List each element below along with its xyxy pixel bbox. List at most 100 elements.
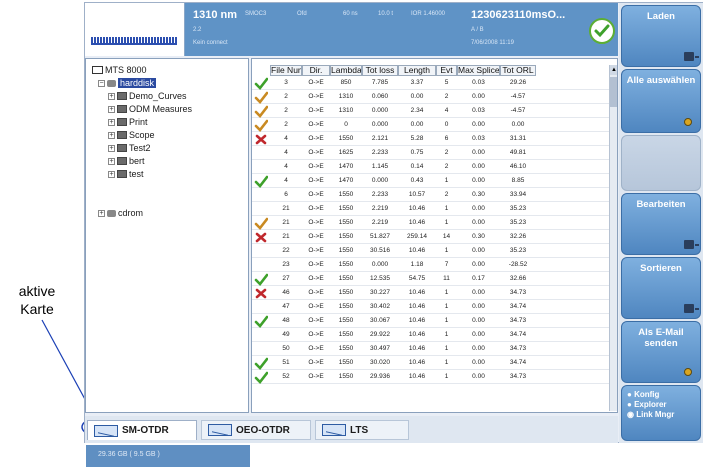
collapse-icon[interactable]: − (98, 79, 105, 87)
table-row[interactable]: 6 O->E 1550 2.233 10.57 2 0.30 33.94 (252, 189, 609, 202)
cell-dir: O->E (308, 191, 324, 198)
cell-num: 49 (282, 331, 290, 338)
tree-item-folder[interactable]: + test (108, 169, 144, 179)
mode-option-explorer[interactable]: ● Explorer (627, 400, 700, 410)
cell-lambda: 1550 (338, 331, 354, 338)
cell-orl: 34.73 (509, 289, 527, 296)
edit-button[interactable]: Bearbeiten (621, 193, 701, 255)
column-header[interactable]: Tot loss (362, 65, 398, 76)
column-header[interactable]: Evt (436, 65, 457, 76)
cell-evt: 0 (444, 121, 449, 128)
file-table: File Num Dir. Lambda Tot loss Length Evt Max S… (251, 58, 618, 413)
column-header[interactable]: Length (398, 65, 436, 76)
cell-dir: O->E (308, 79, 324, 86)
tree-item-folder[interactable]: + bert (108, 156, 145, 166)
cell-length: 54.75 (408, 275, 426, 282)
column-header[interactable]: Max Splice (457, 65, 500, 76)
tree-item-label: bert (129, 156, 145, 166)
select-all-button[interactable]: Alle auswählen (621, 69, 701, 133)
load-button[interactable]: Laden (621, 5, 701, 67)
table-row[interactable]: 4 O->E 1550 2.121 5.28 6 0.03 31.31 (252, 133, 609, 146)
cell-dir: O->E (308, 331, 324, 338)
sort-button[interactable]: Sortieren (621, 257, 701, 319)
instrument-screen: 1310 nm SMOC3 Ofd 60 ns 10.0 t IOR 1.460… (84, 2, 703, 467)
expand-icon[interactable]: + (108, 92, 115, 100)
expand-icon[interactable]: + (108, 144, 115, 152)
table-scrollbar[interactable]: ▲ (609, 65, 617, 411)
table-row[interactable]: 46 O->E 1550 30.227 10.46 1 0.00 34.73 (252, 287, 609, 300)
cell-dir: O->E (308, 93, 324, 100)
tab-sm-otdr[interactable]: SM-OTDR (87, 420, 197, 440)
table-row[interactable]: 2 O->E 1310 0.060 0.00 2 0.00 -4.57 (252, 91, 609, 104)
table-row[interactable]: 51 O->E 1550 30.020 10.46 1 0.00 34.74 (252, 357, 609, 370)
pass-icon (254, 315, 268, 328)
cell-orl: 34.73 (509, 345, 527, 352)
table-row[interactable]: 3 O->E 850 7.785 3.37 5 0.03 29.26 (252, 77, 609, 90)
table-row[interactable]: 4 O->E 1470 1.145 0.14 2 0.00 46.10 (252, 161, 609, 174)
expand-icon[interactable]: + (108, 131, 115, 139)
cell-num: 2 (284, 121, 288, 128)
table-row[interactable]: 52 O->E 1550 29.936 10.46 1 0.00 34.73 (252, 371, 609, 384)
table-row[interactable]: 21 O->E 1550 2.219 10.46 1 0.00 35.23 (252, 217, 609, 230)
mode-option-label: Explorer (634, 400, 667, 409)
table-row[interactable]: 47 O->E 1550 30.402 10.46 1 0.00 34.74 (252, 301, 609, 314)
trace-thumbnail[interactable] (85, 3, 185, 56)
tab-oeo-otdr[interactable]: OEO-OTDR (201, 420, 311, 440)
mode-option-konfig[interactable]: ● Konfig (627, 390, 700, 400)
tree-root[interactable]: MTS 8000 (92, 65, 147, 75)
tree-item-folder[interactable]: + Print (108, 117, 148, 127)
cell-orl: 35.23 (509, 205, 527, 212)
cell-max-splice: 0.00 (472, 93, 485, 100)
expand-icon[interactable]: + (108, 157, 115, 165)
cell-num: 4 (284, 177, 288, 184)
scroll-thumb[interactable] (610, 77, 617, 107)
tree-item-folder[interactable]: + Test2 (108, 143, 151, 153)
mode-selector[interactable]: ● Konfig ● Explorer ◉ Link Mngr (621, 385, 701, 441)
annotation-line-2: Karte (20, 301, 54, 317)
tree-item-folder[interactable]: + Scope (108, 130, 155, 140)
table-row[interactable]: 48 O->E 1550 30.067 10.46 1 0.00 34.73 (252, 315, 609, 328)
column-header[interactable]: Dir. (302, 65, 330, 76)
table-row[interactable]: 23 O->E 1550 0.000 1.18 7 0.00 -28.52 (252, 259, 609, 272)
cell-max-splice: 0.00 (472, 177, 485, 184)
table-row[interactable]: 21 O->E 1550 2.219 10.46 1 0.00 35.23 (252, 203, 609, 216)
table-row[interactable]: 49 O->E 1550 29.922 10.46 1 0.00 34.74 (252, 329, 609, 342)
tab-lts[interactable]: LTS (315, 420, 409, 440)
cell-evt: 1 (444, 373, 449, 380)
tree-item-folder[interactable]: + ODM Measures (108, 104, 192, 114)
cell-dir: O->E (308, 345, 324, 352)
cell-length: 3.37 (410, 79, 424, 86)
expand-icon[interactable]: + (98, 209, 105, 217)
table-row[interactable]: 2 O->E 0 0.000 0.00 0 0.00 0.00 (252, 119, 609, 132)
cell-length: 0.75 (410, 149, 424, 156)
load-button-label: Laden (647, 11, 675, 22)
table-row[interactable]: 50 O->E 1550 30.497 10.46 1 0.00 34.73 (252, 343, 609, 356)
column-header[interactable]: Lambda (330, 65, 362, 76)
table-row[interactable]: 22 O->E 1550 30.516 10.46 1 0.00 35.23 (252, 245, 609, 258)
send-email-button[interactable]: Als E-Mail senden (621, 321, 701, 383)
table-row[interactable]: 27 O->E 1550 12.535 54.75 11 0.17 32.66 (252, 273, 609, 286)
expand-icon[interactable]: + (108, 170, 115, 178)
select-all-label: Alle auswählen (626, 75, 696, 86)
table-row[interactable]: 4 O->E 1625 2.233 0.75 2 0.00 49.81 (252, 147, 609, 160)
table-row[interactable]: 4 O->E 1470 0.000 0.43 1 0.00 8.85 (252, 175, 609, 188)
cell-num: 21 (282, 205, 290, 212)
cell-max-splice: 0.30 (472, 191, 485, 198)
scroll-up-icon[interactable]: ▲ (610, 65, 617, 75)
column-header[interactable]: File Num (270, 65, 302, 76)
expand-icon[interactable]: + (108, 118, 115, 126)
tree-item-cdrom[interactable]: + cdrom (98, 208, 143, 218)
table-row[interactable]: 2 O->E 1310 0.000 2.34 4 0.03 -4.57 (252, 105, 609, 118)
expand-icon[interactable]: + (108, 105, 115, 113)
tree-item-harddisk[interactable]: − harddisk (98, 78, 157, 88)
cell-orl: 34.73 (509, 373, 527, 380)
column-header[interactable]: Tot ORL (500, 65, 536, 76)
table-row[interactable]: 21 O->E 1550 51.827 259.14 14 0.30 32.26 (252, 231, 609, 244)
cell-lambda: 1550 (338, 373, 354, 380)
cell-dir: O->E (308, 177, 324, 184)
tree-item-folder[interactable]: + Demo_Curves (108, 91, 187, 101)
cell-tot-loss: 30.402 (370, 303, 390, 310)
storage-status: 29.36 GB ( 9.5 GB ) (98, 451, 160, 458)
mode-option-link-mngr[interactable]: ◉ Link Mngr (627, 410, 700, 420)
cell-orl: 33.94 (509, 191, 527, 198)
